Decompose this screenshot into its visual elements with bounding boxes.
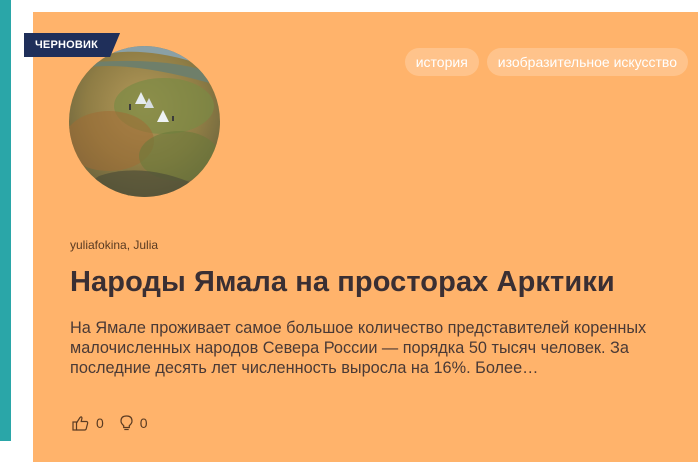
draft-badge: ЧЕРНОВИК — [24, 33, 120, 57]
likes-button[interactable]: 0 — [72, 415, 104, 431]
article-thumbnail[interactable] — [69, 46, 220, 197]
article-excerpt: На Ямале проживает самое большое количес… — [70, 319, 647, 377]
tag-history[interactable]: история — [404, 48, 479, 76]
likes-count: 0 — [96, 415, 104, 431]
thumbs-up-icon — [72, 415, 89, 431]
article-stats: 0 0 — [72, 415, 148, 431]
ideas-count: 0 — [139, 415, 148, 431]
article-title[interactable]: Народы Ямала на просторах Арктики — [70, 266, 615, 299]
ideas-button[interactable]: 0 — [120, 415, 148, 431]
tag-fine-art[interactable]: изобразительное искусство — [486, 48, 688, 76]
tundra-photo — [69, 46, 220, 197]
lightbulb-icon — [120, 415, 133, 431]
accent-sidebar-strip — [0, 0, 11, 441]
tag-list: история изобразительное искусство — [404, 48, 688, 76]
article-authors[interactable]: yuliafokina, Julia — [70, 238, 158, 252]
